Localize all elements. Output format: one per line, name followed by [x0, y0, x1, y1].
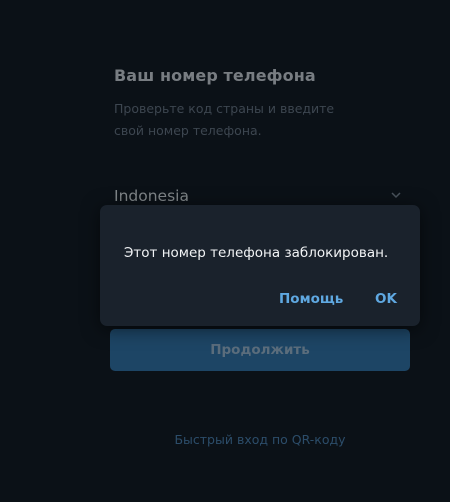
country-name: Indonesia	[114, 187, 189, 205]
continue-button[interactable]: Продолжить	[110, 329, 410, 371]
page-title: Ваш номер телефона	[114, 66, 316, 85]
app-window: Ваш номер телефона Проверьте код страны …	[0, 0, 450, 502]
chevron-down-icon	[391, 192, 401, 199]
dialog-message: Этот номер телефона заблокирован.	[124, 245, 389, 261]
qr-login-link[interactable]: Быстрый вход по QR-коду	[0, 432, 450, 447]
ok-button[interactable]: OK	[375, 291, 397, 307]
instruction-text: Проверьте код страны и введите свой номе…	[114, 101, 335, 138]
help-button[interactable]: Помощь	[279, 291, 343, 307]
blocked-number-dialog: Этот номер телефона заблокирован. Помощь…	[100, 205, 420, 326]
